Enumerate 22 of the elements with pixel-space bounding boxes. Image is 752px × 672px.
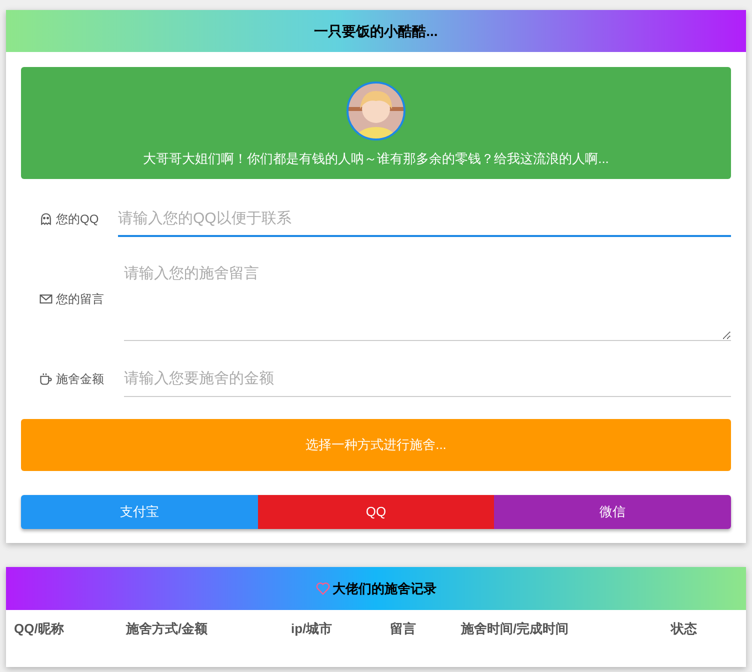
mail-icon <box>39 292 53 306</box>
payment-button[interactable]: 微信 <box>494 495 731 529</box>
ghost-icon <box>39 212 53 226</box>
field-label: 您的留言 <box>56 291 104 308</box>
field-label: 施舍金额 <box>56 371 104 388</box>
payment-button[interactable]: QQ <box>258 495 494 529</box>
cup-icon <box>39 372 53 386</box>
card-title: 大佬们的施舍记录 <box>332 580 436 598</box>
card-title: 一只要饭的小酷酷... <box>314 22 438 40</box>
banner-message: 大哥哥大姐们啊！你们都是有钱的人呐～谁有那多余的零钱？给我这流浪的人啊... <box>143 150 609 168</box>
column-header: QQ/昵称 <box>14 620 65 638</box>
column-header: 施舍方式/金额 <box>126 620 209 638</box>
column-header: 状态 <box>671 620 698 638</box>
field-label: 您的QQ <box>56 211 99 228</box>
column-header: 施舍时间/完成时间 <box>461 620 570 638</box>
input-field[interactable]: 请输入您的QQ以便于联系 <box>118 201 731 237</box>
heart-icon <box>316 582 330 595</box>
column-header: 留言 <box>390 620 417 638</box>
column-header: ip/城市 <box>291 620 334 638</box>
message-field[interactable]: 请输入您的施舍留言 <box>124 257 731 341</box>
input-field[interactable]: 请输入您要施舍的金额 <box>124 361 731 397</box>
payment-button[interactable]: 支付宝 <box>21 495 258 529</box>
